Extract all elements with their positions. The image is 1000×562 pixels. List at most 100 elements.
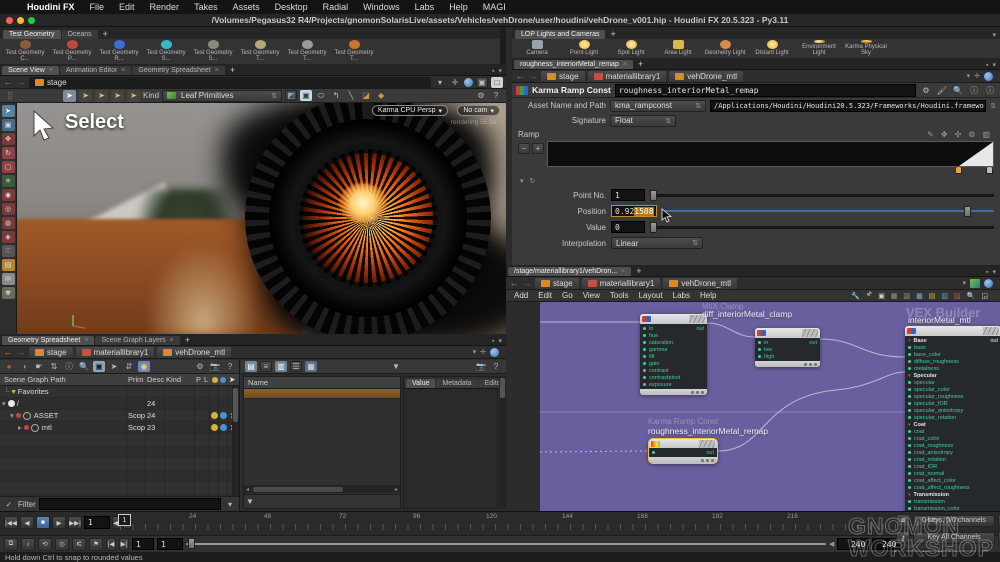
laser-select-icon[interactable]: ╲ bbox=[345, 90, 357, 101]
render-badge[interactable] bbox=[220, 412, 227, 419]
view-columns-icon[interactable]: ▦ bbox=[305, 361, 317, 372]
tab-geometry-spreadsheet[interactable]: Geometry Spreadsheet× bbox=[2, 336, 94, 345]
pane-maximize-icon[interactable]: ▪ bbox=[986, 62, 988, 69]
materials-icon[interactable]: ✾ bbox=[2, 287, 15, 299]
jump-start-button[interactable]: |◀◀ bbox=[4, 516, 18, 529]
menu-magi[interactable]: MAGI bbox=[483, 2, 506, 12]
play-button[interactable]: ▶ bbox=[52, 516, 66, 529]
add-pane-tab-button[interactable]: + bbox=[632, 266, 645, 276]
tab-animation-editor[interactable]: Animation Editor× bbox=[60, 66, 131, 75]
point-no-field[interactable]: 1 bbox=[611, 189, 645, 201]
shelf-tool[interactable]: Test Geometry T... bbox=[237, 40, 283, 63]
pin-pane-icon[interactable]: ✛ bbox=[449, 77, 461, 88]
shelf-tool[interactable]: Test Geometry T... bbox=[331, 40, 377, 63]
split-columns-icon[interactable]: ⇅ bbox=[48, 361, 60, 372]
stop-button[interactable]: ■ bbox=[36, 516, 50, 529]
shelf-tool-distant-light[interactable]: Distant Light bbox=[749, 40, 795, 57]
ramp-move-icon[interactable]: ✥ bbox=[941, 130, 948, 139]
pane-menu-icon[interactable]: ▾ bbox=[992, 268, 996, 276]
crumb-vehdrone-mtl[interactable]: vehDrone_mtl bbox=[663, 278, 737, 289]
ramp-cycle-icon[interactable]: ↻ bbox=[530, 177, 536, 185]
pane-maximize-icon[interactable]: ▪ bbox=[986, 269, 988, 276]
scene-viewport[interactable]: ➤ ▣ ✥ ↻ ▢ ✳ ◉ ◎ ◍ ◈ ♡ ▤ ✉ ✾ bbox=[0, 103, 506, 334]
snap-point-icon[interactable]: ◍ bbox=[2, 217, 15, 229]
pose-tool-icon[interactable]: ✳ bbox=[2, 175, 15, 187]
shelf-tool[interactable]: Test Geometry T... bbox=[284, 40, 330, 63]
net-menu-help[interactable]: Help bbox=[700, 291, 716, 300]
link-pane-icon[interactable] bbox=[464, 78, 473, 87]
tree-row-asset[interactable]: ▾ASSET Scop 24 ➤ bbox=[0, 410, 232, 422]
ramp-handle-selected[interactable] bbox=[955, 166, 962, 174]
net-menu-go[interactable]: Go bbox=[562, 291, 573, 300]
playhead-marker[interactable]: 1 bbox=[118, 514, 131, 526]
shelf-tab-lop-lights[interactable]: LOP Lights and Cameras bbox=[515, 30, 605, 39]
hand-tool-icon[interactable]: ☛ bbox=[33, 361, 45, 372]
follow-playbar-icon[interactable]: ⧉ bbox=[4, 538, 18, 551]
range-start2-field[interactable]: 1 bbox=[157, 538, 183, 550]
loop-icon[interactable]: ⟲ bbox=[38, 538, 52, 551]
gear-icon[interactable]: ⚙ bbox=[194, 361, 206, 372]
col-kind[interactable]: Kind bbox=[166, 375, 181, 384]
net-columns-icon[interactable]: ▥ bbox=[904, 292, 911, 300]
link-pane-icon[interactable] bbox=[984, 72, 993, 81]
ramp-preview[interactable] bbox=[547, 141, 994, 167]
shelf-tool-environment-light[interactable]: Environment Light bbox=[796, 40, 842, 57]
path-back-icon[interactable]: ← bbox=[3, 347, 13, 357]
help-icon[interactable]: ? bbox=[224, 361, 236, 372]
pane-menu-icon[interactable]: ▾ bbox=[992, 61, 996, 69]
range-start-field[interactable]: 1 bbox=[132, 538, 154, 550]
path-back-icon[interactable]: ← bbox=[515, 71, 525, 81]
node-name-field[interactable]: roughness_interiorMetal_remap bbox=[615, 84, 916, 97]
camera-snapshot-icon[interactable]: 📷 bbox=[475, 361, 487, 372]
shelf-tool[interactable]: Test Geometry R... bbox=[96, 40, 142, 63]
menu-help[interactable]: Help bbox=[449, 2, 468, 12]
help-icon[interactable]: ⓘ bbox=[984, 85, 996, 96]
range-end-field[interactable]: 240 bbox=[837, 538, 869, 550]
expand-caret[interactable]: ▾ bbox=[0, 399, 6, 408]
tree-body[interactable]: └♥Favorites ▾/ 24 ▾ASSET Scop 24 ➤ ▸mtl … bbox=[0, 386, 232, 496]
crumb-stage[interactable]: stage bbox=[29, 347, 73, 358]
snapshot-viewer-icon[interactable]: ✉ bbox=[2, 273, 15, 285]
tree-row-root[interactable]: ▾/ 24 bbox=[0, 398, 232, 410]
net-color-icon[interactable]: ▨ bbox=[954, 292, 961, 300]
inspect-icon[interactable]: 🔍 bbox=[78, 361, 90, 372]
sort-icon[interactable]: ⇵ bbox=[123, 361, 135, 372]
ramp-remove-point-button[interactable]: − bbox=[518, 143, 530, 154]
crumb-materiallibrary1[interactable]: materiallibrary1 bbox=[76, 347, 155, 358]
node-interiorMetal-mtl[interactable]: ▾Baseout base base_color diffuse_roughne… bbox=[905, 326, 1000, 511]
view-split-icon[interactable]: ▥ bbox=[275, 361, 287, 372]
cursor-follow-icon[interactable]: ➤ bbox=[108, 361, 120, 372]
expand-all-icon[interactable]: ◑ bbox=[18, 361, 30, 372]
tab-metadata[interactable]: Metadata bbox=[436, 379, 477, 388]
magnifier-icon[interactable]: 🔍 bbox=[952, 85, 964, 96]
asset-dropdown[interactable]: kma_rampconst⇅ bbox=[610, 100, 706, 112]
col-l[interactable]: L bbox=[204, 375, 208, 384]
crumb-stage[interactable]: stage bbox=[535, 278, 579, 289]
ramp-gear-icon[interactable]: ⚙ bbox=[968, 130, 975, 139]
filter-input[interactable] bbox=[39, 498, 221, 510]
net-notes-icon[interactable]: ▤ bbox=[929, 292, 936, 300]
menu-desktop[interactable]: Desktop bbox=[275, 2, 308, 12]
col-p[interactable]: P bbox=[196, 375, 201, 384]
menu-radial[interactable]: Radial bbox=[323, 2, 349, 12]
ramp-handle[interactable] bbox=[986, 166, 993, 174]
scale-tool-icon[interactable]: ▢ bbox=[2, 161, 15, 173]
shelf-tool-geometry-light[interactable]: Geometry Light bbox=[702, 40, 748, 57]
viewport-render[interactable]: Select Karma CPU Persp▾ No cam▾ renderin… bbox=[17, 103, 506, 334]
scoped-channels-icon[interactable]: ⧇ bbox=[896, 514, 910, 527]
col-prim[interactable]: Prim bbox=[128, 375, 143, 384]
net-menu-labs[interactable]: Labs bbox=[673, 291, 690, 300]
net-tools-wrench-icon[interactable]: 🔧 bbox=[851, 292, 860, 300]
add-pane-tab-button[interactable]: + bbox=[634, 59, 647, 69]
collapse-all-icon[interactable]: ● bbox=[3, 361, 15, 372]
snap-grid-icon[interactable]: ◉ bbox=[2, 189, 15, 201]
name-filter-funnel-icon[interactable]: ▼ bbox=[244, 496, 256, 507]
follow-selection-icon[interactable]: ▣ bbox=[93, 361, 105, 372]
flipbook-icon[interactable]: ▤ bbox=[2, 259, 15, 271]
dopnet-icon[interactable]: ⚑ bbox=[89, 538, 103, 551]
asset-path-field[interactable]: /Applications/Houdini/Houdini20.5.323/Fr… bbox=[710, 100, 986, 112]
funnel-icon[interactable]: ▼ bbox=[390, 361, 402, 372]
menu-render[interactable]: Render bbox=[150, 2, 180, 12]
ramp-pencil-icon[interactable]: ✎ bbox=[927, 130, 934, 139]
select-motion-icon[interactable]: ➤ bbox=[127, 90, 140, 102]
